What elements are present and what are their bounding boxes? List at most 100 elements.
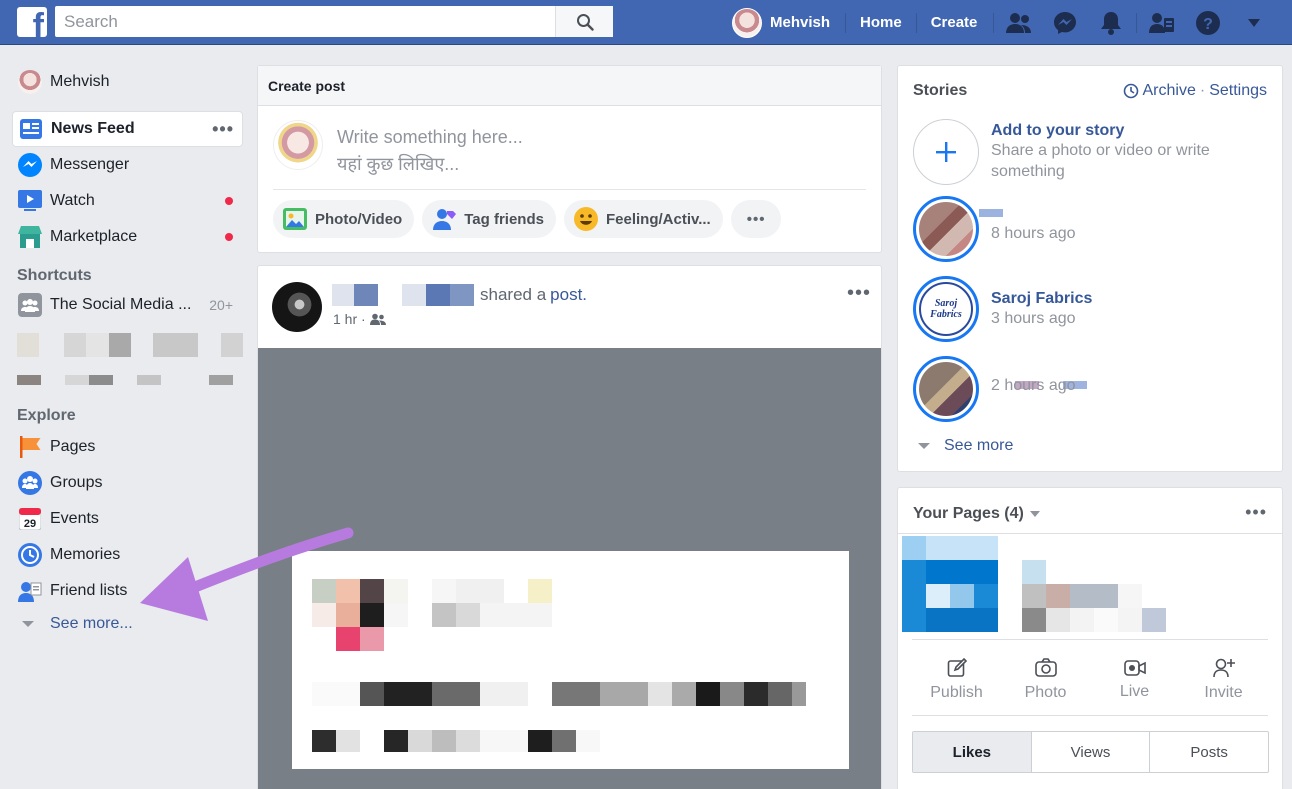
- your-pages-card: Your Pages (4) ••• Publish Photo Live In…: [897, 487, 1283, 789]
- post-timestamp[interactable]: 1 hr ·: [333, 311, 386, 327]
- profile-link[interactable]: Mehvish: [732, 7, 845, 38]
- redacted-page-name[interactable]: [1022, 560, 1172, 632]
- sidebar-item-label: Events: [50, 510, 99, 527]
- composer-placeholder[interactable]: Write something here... यहां कुछ लिखिए..…: [337, 120, 523, 189]
- avatar: [732, 7, 762, 38]
- story-text: Saroj Fabrics 3 hours ago: [991, 290, 1092, 329]
- caret-down-icon: [1029, 511, 1040, 517]
- find-friends-icon: [1149, 12, 1175, 33]
- help-icon: ?: [1196, 10, 1221, 35]
- stories-see-more[interactable]: See more: [918, 437, 1013, 455]
- create-post-title: Create post: [258, 66, 881, 106]
- story-item[interactable]: 8 hours ago: [913, 196, 1273, 262]
- create-link[interactable]: Create: [915, 12, 992, 33]
- help-button[interactable]: ?: [1185, 0, 1231, 45]
- pages-options-button[interactable]: •••: [1245, 502, 1267, 523]
- notifications-button[interactable]: [1088, 0, 1134, 45]
- tab-likes[interactable]: Likes: [913, 732, 1031, 772]
- your-pages-title[interactable]: Your Pages (4): [913, 505, 1040, 523]
- search-icon: [576, 13, 594, 31]
- tag-friends-icon: [433, 209, 457, 230]
- add-story-subtitle: Share a photo or video or write somethin…: [991, 142, 1210, 180]
- tab-posts[interactable]: Posts: [1149, 732, 1268, 772]
- edit-icon: [947, 657, 967, 677]
- post-options-button[interactable]: •••: [847, 282, 871, 305]
- sidebar-item-label: Watch: [50, 192, 95, 209]
- camera-icon: [1034, 657, 1057, 677]
- sidebar-item-groups[interactable]: Groups: [12, 465, 243, 501]
- feeling-activity-label: Feeling/Activ...: [605, 210, 711, 228]
- your-pages-title-text: Your Pages (4): [913, 505, 1024, 522]
- notification-dot: [225, 233, 233, 241]
- story-thumbnail[interactable]: [913, 356, 979, 422]
- messenger-icon: [17, 152, 43, 178]
- archive-link[interactable]: Archive: [1143, 82, 1196, 100]
- add-story-button[interactable]: [913, 119, 979, 185]
- home-link[interactable]: Home: [845, 12, 916, 33]
- search-input[interactable]: [55, 6, 555, 37]
- sidebar-item-label: Mehvish: [50, 73, 110, 90]
- redacted-story-image: [919, 202, 973, 256]
- redacted-author-name[interactable]: [332, 284, 474, 306]
- sidebar-item-messenger[interactable]: Messenger: [12, 147, 243, 183]
- friend-requests-button[interactable]: [996, 0, 1042, 45]
- settings-link[interactable]: Settings: [1209, 82, 1267, 100]
- tag-friends-button[interactable]: Tag friends: [422, 200, 556, 238]
- invite-button[interactable]: Invite: [1179, 640, 1268, 715]
- invite-label: Invite: [1204, 683, 1243, 701]
- story-item[interactable]: 2 hours ago: [913, 356, 1273, 422]
- marketplace-icon: [17, 224, 43, 250]
- your-pages-header: Your Pages (4) •••: [898, 488, 1282, 534]
- sidebar-item-marketplace[interactable]: Marketplace: [12, 219, 243, 255]
- more-composer-options-button[interactable]: •••: [730, 200, 782, 238]
- story-thumbnail[interactable]: Saroj Fabrics: [913, 276, 979, 342]
- sidebar-item-watch[interactable]: Watch: [12, 183, 243, 219]
- top-right-nav: Mehvish Home Create ?: [732, 0, 1277, 45]
- tab-views[interactable]: Views: [1030, 732, 1150, 772]
- photo-video-button[interactable]: Photo/Video: [273, 200, 415, 238]
- photo-label: Photo: [1024, 683, 1067, 701]
- composer[interactable]: Write something here... यहां कुछ लिखिए..…: [273, 106, 866, 190]
- sidebar-item-profile[interactable]: Mehvish: [12, 65, 243, 99]
- post-title: shared a post.: [332, 284, 587, 306]
- sidebar-item-label: Messenger: [50, 156, 130, 173]
- publish-button[interactable]: Publish: [912, 640, 1001, 715]
- redacted-shortcut[interactable]: [17, 375, 243, 385]
- post-header: shared a post. 1 hr · •••: [258, 266, 881, 348]
- add-story-title: Add to your story: [991, 122, 1125, 139]
- friend-lists-icon: [17, 578, 43, 604]
- live-label: Live: [1119, 682, 1150, 700]
- live-button[interactable]: Live: [1090, 640, 1179, 715]
- facebook-logo[interactable]: f: [17, 7, 47, 37]
- post-link[interactable]: post.: [550, 285, 587, 305]
- photo-icon: [283, 208, 307, 230]
- stories-card: Stories Archive · Settings Add to your s…: [897, 65, 1283, 472]
- sidebar-item-news-feed[interactable]: News Feed •••: [12, 111, 243, 147]
- story-thumbnail[interactable]: [913, 196, 979, 262]
- search-button[interactable]: [555, 6, 613, 37]
- add-to-story[interactable]: Add to your story Share a photo or video…: [913, 119, 1273, 185]
- feeling-activity-button[interactable]: Feeling/Activ...: [563, 200, 723, 238]
- account-menu-button[interactable]: [1231, 0, 1277, 45]
- more-options-icon: •••: [746, 210, 766, 228]
- redacted-page-cover[interactable]: [902, 536, 998, 632]
- messenger-button[interactable]: [1042, 0, 1088, 45]
- avatar[interactable]: [272, 282, 322, 332]
- stories-title: Stories: [913, 82, 968, 99]
- story-item[interactable]: Saroj Fabrics Saroj Fabrics 3 hours ago: [913, 276, 1273, 342]
- stories-links: Archive · Settings: [1123, 82, 1267, 100]
- annotation-arrow: [140, 527, 354, 621]
- sidebar-item-pages[interactable]: Pages: [12, 429, 243, 465]
- shortcut-count: 20+: [209, 297, 233, 313]
- find-friends-button[interactable]: [1139, 0, 1185, 45]
- shortcut-item[interactable]: The Social Media ... 20+: [12, 289, 243, 321]
- shared-post-preview[interactable]: [292, 551, 849, 769]
- see-more-label: See more: [944, 437, 1014, 454]
- tag-friends-label: Tag friends: [464, 210, 544, 228]
- redacted-shared-text: [312, 682, 806, 706]
- sidebar-item-label: Friend lists: [50, 582, 128, 599]
- redacted-shortcut[interactable]: [17, 333, 243, 357]
- more-options-icon[interactable]: •••: [212, 119, 234, 140]
- photo-button[interactable]: Photo: [1001, 640, 1090, 715]
- composer-actions: Photo/Video Tag friends Feeling/Activ...…: [258, 190, 881, 248]
